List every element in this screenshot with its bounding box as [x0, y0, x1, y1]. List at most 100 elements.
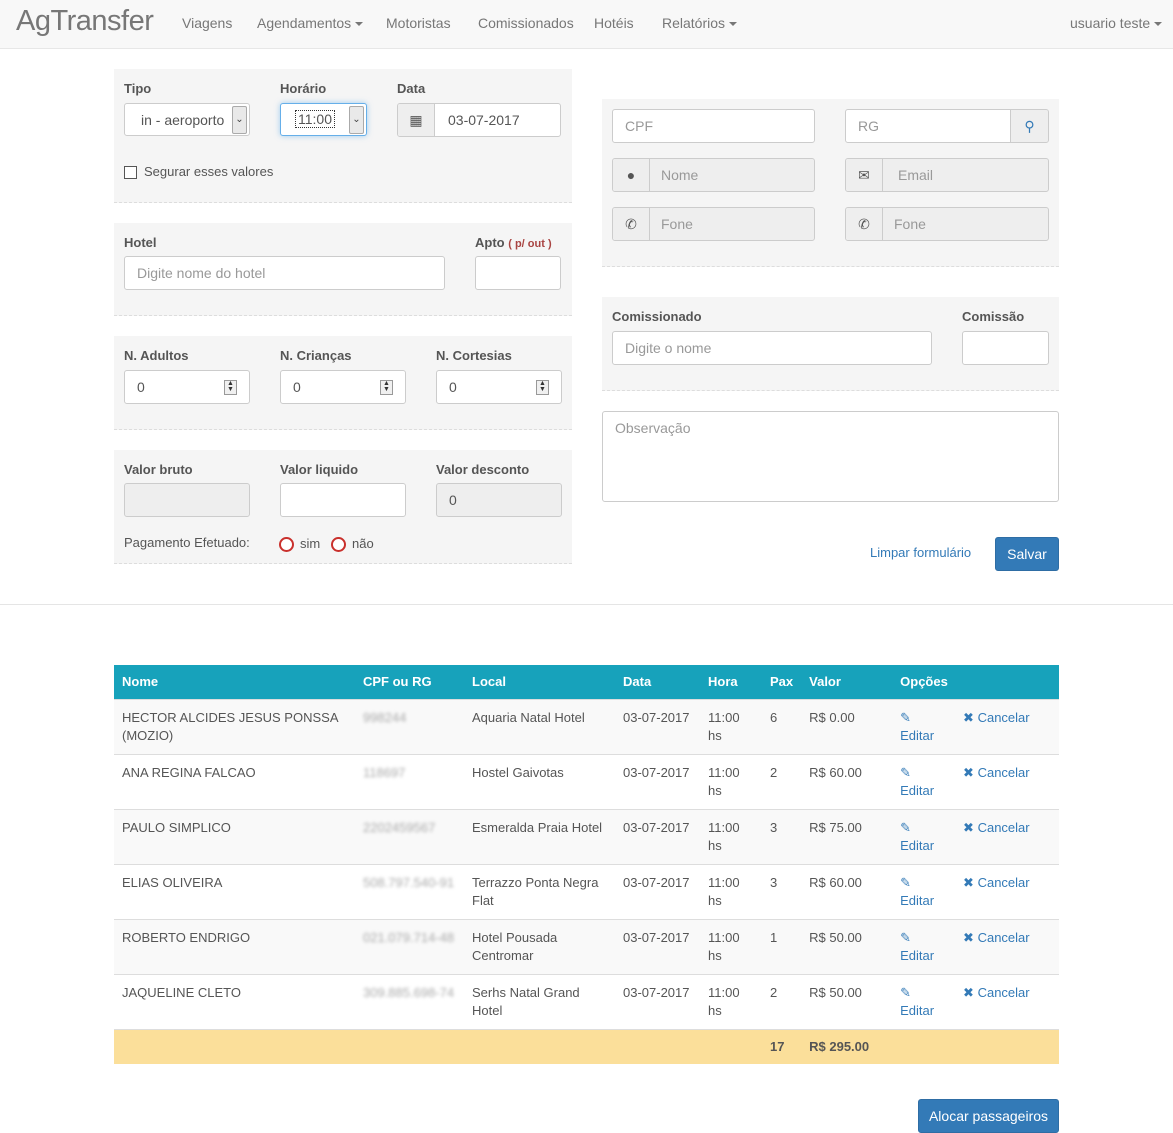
hotel-input[interactable]: Digite nome do hotel — [124, 256, 445, 290]
cancelar-link[interactable]: ✖ Cancelar — [963, 765, 1030, 780]
segurar-checkbox[interactable] — [124, 166, 137, 179]
tipo-select[interactable]: in - aeroporto ⌄ — [124, 103, 250, 136]
editar-link[interactable]: ✎ Editar — [900, 875, 934, 908]
pencil-icon: ✎ — [900, 709, 912, 725]
close-icon: ✖ — [963, 709, 974, 725]
table-row: ANA REGINA FALCAO 118697 Hostel Gaivotas 03… — [114, 753, 1059, 809]
cell-cancelar: ✖ Cancelar — [955, 973, 1059, 1029]
pagamento-sim-radio[interactable] — [279, 537, 294, 552]
hotel-label: Hotel — [124, 235, 157, 250]
col-valor: Valor — [801, 665, 893, 699]
cell-cancelar: ✖ Cancelar — [955, 863, 1059, 919]
cell-editar: ✎ Editar — [892, 918, 956, 974]
adultos-input[interactable]: 0 ▲ ▼ — [124, 370, 250, 404]
cancelar-link[interactable]: ✖ Cancelar — [963, 875, 1030, 890]
brand-logo[interactable]: AgTransfer — [16, 5, 154, 38]
cell-pax: 2 — [762, 753, 802, 809]
editar-link[interactable]: ✎ Editar — [900, 930, 934, 963]
cell-pax: 3 — [762, 863, 802, 919]
cell-valor: R$ 60.00 — [801, 863, 893, 919]
nav-viagens[interactable]: Viagens — [182, 15, 232, 31]
envelope-icon: ✉ — [846, 159, 883, 191]
valor-desconto-label: Valor desconto — [436, 462, 530, 477]
horario-label: Horário — [280, 81, 327, 96]
horario-select[interactable]: 11:00 ⌄ — [280, 103, 367, 136]
cell-editar: ✎ Editar — [892, 973, 956, 1029]
limpar-formulario-link[interactable]: Limpar formulário — [870, 545, 971, 560]
close-icon: ✖ — [963, 819, 974, 835]
user-menu[interactable]: usuario teste — [1070, 15, 1163, 31]
col-local: Local — [464, 665, 615, 699]
sim-label: sim — [300, 536, 321, 551]
cancelar-link[interactable]: ✖ Cancelar — [963, 710, 1030, 725]
spinner-icon[interactable]: ▲ ▼ — [380, 380, 393, 395]
alocar-passageiros-button[interactable]: Alocar passageiros — [918, 1099, 1059, 1133]
email-input: ✉ Email — [845, 158, 1049, 192]
valor-liquido-input[interactable] — [280, 483, 406, 517]
cell-nome: ELIAS OLIVEIRA — [114, 863, 355, 919]
nav-motoristas[interactable]: Motoristas — [386, 15, 451, 31]
cell-doc: 508.797.540-91 — [355, 863, 464, 919]
editar-link[interactable]: ✎ Editar — [900, 820, 934, 853]
cell-doc: 998244 — [355, 698, 464, 754]
cell-pax: 2 — [762, 973, 802, 1029]
editar-link[interactable]: ✎ Editar — [900, 710, 934, 743]
cell-local: Terrazzo Ponta Negra Flat — [464, 863, 615, 919]
cell-pax: 1 — [762, 918, 802, 974]
nav-comissionados[interactable]: Comissionados — [478, 15, 574, 31]
col-nome: Nome — [114, 665, 355, 699]
cancelar-link[interactable]: ✖ Cancelar — [963, 985, 1030, 1000]
cell-local: Serhs Natal Grand Hotel — [464, 973, 615, 1029]
cancelar-link[interactable]: ✖ Cancelar — [963, 820, 1030, 835]
cell-doc: 2202459567 — [355, 808, 464, 864]
col-pax: Pax — [762, 665, 802, 699]
table-row: ROBERTO ENDRIGO 021.079.714-48 Hotel Pousa… — [114, 918, 1059, 974]
cell-hora: 11:00 hs — [700, 808, 762, 864]
phone-icon: ✆ — [846, 208, 883, 240]
pencil-icon: ✎ — [900, 984, 912, 1000]
cell-local: Hotel Pousada Centromar — [464, 918, 615, 974]
valor-liquido-label: Valor liquido — [280, 462, 359, 477]
spinner-icon[interactable]: ▲ ▼ — [224, 380, 237, 395]
cancelar-link[interactable]: ✖ Cancelar — [963, 930, 1030, 945]
cpf-input[interactable]: CPF — [612, 109, 815, 143]
caret-down-icon — [355, 22, 364, 27]
pagamento-label: Pagamento Efetuado: — [124, 535, 250, 550]
cortesias-input[interactable]: 0 ▲ ▼ — [436, 370, 562, 404]
spinner-icon[interactable]: ▲ ▼ — [536, 380, 549, 395]
comissionado-label: Comissionado — [612, 309, 702, 324]
valor-desconto-input: 0 — [436, 483, 562, 517]
comissao-label: Comissão — [962, 309, 1025, 324]
col-hora: Hora — [700, 665, 762, 699]
cortesias-label: N. Cortesias — [436, 348, 512, 363]
criancas-input[interactable]: 0 ▲ ▼ — [280, 370, 406, 404]
adultos-label: N. Adultos — [124, 348, 189, 363]
comissao-input[interactable] — [962, 331, 1049, 365]
rg-input[interactable]: RG ⚲ — [845, 109, 1049, 143]
cell-hora: 11:00 hs — [700, 918, 762, 974]
editar-link[interactable]: ✎ Editar — [900, 985, 934, 1018]
editar-link[interactable]: ✎ Editar — [900, 765, 934, 798]
nao-label: não — [352, 536, 374, 551]
nav-hoteis[interactable]: Hotéis — [594, 15, 634, 31]
apto-input[interactable] — [475, 256, 561, 290]
search-icon[interactable]: ⚲ — [1010, 110, 1048, 142]
caret-down-icon — [1154, 22, 1163, 27]
nav-relatorios[interactable]: Relatórios — [662, 15, 738, 31]
cell-local: Aquaria Natal Hotel — [464, 698, 615, 754]
salvar-button[interactable]: Salvar — [995, 537, 1059, 571]
total-valor: R$ 295.00 — [801, 1028, 893, 1064]
cell-cancelar: ✖ Cancelar — [955, 698, 1059, 754]
cell-editar: ✎ Editar — [892, 808, 956, 864]
cell-valor: R$ 75.00 — [801, 808, 893, 864]
pencil-icon: ✎ — [900, 764, 912, 780]
observacao-textarea[interactable]: Observação — [602, 411, 1059, 502]
comissionado-input[interactable]: Digite o nome — [612, 331, 932, 365]
nav-agendamentos[interactable]: Agendamentos — [257, 15, 364, 31]
segurar-label: Segurar esses valores — [144, 164, 274, 179]
data-input[interactable]: ▦ 03-07-2017 — [397, 103, 561, 137]
pagamento-nao-radio[interactable] — [331, 537, 346, 552]
cell-valor: R$ 0.00 — [801, 698, 893, 754]
cell-hora: 11:00 hs — [700, 698, 762, 754]
chevron-down-icon: ⌄ — [232, 106, 247, 134]
